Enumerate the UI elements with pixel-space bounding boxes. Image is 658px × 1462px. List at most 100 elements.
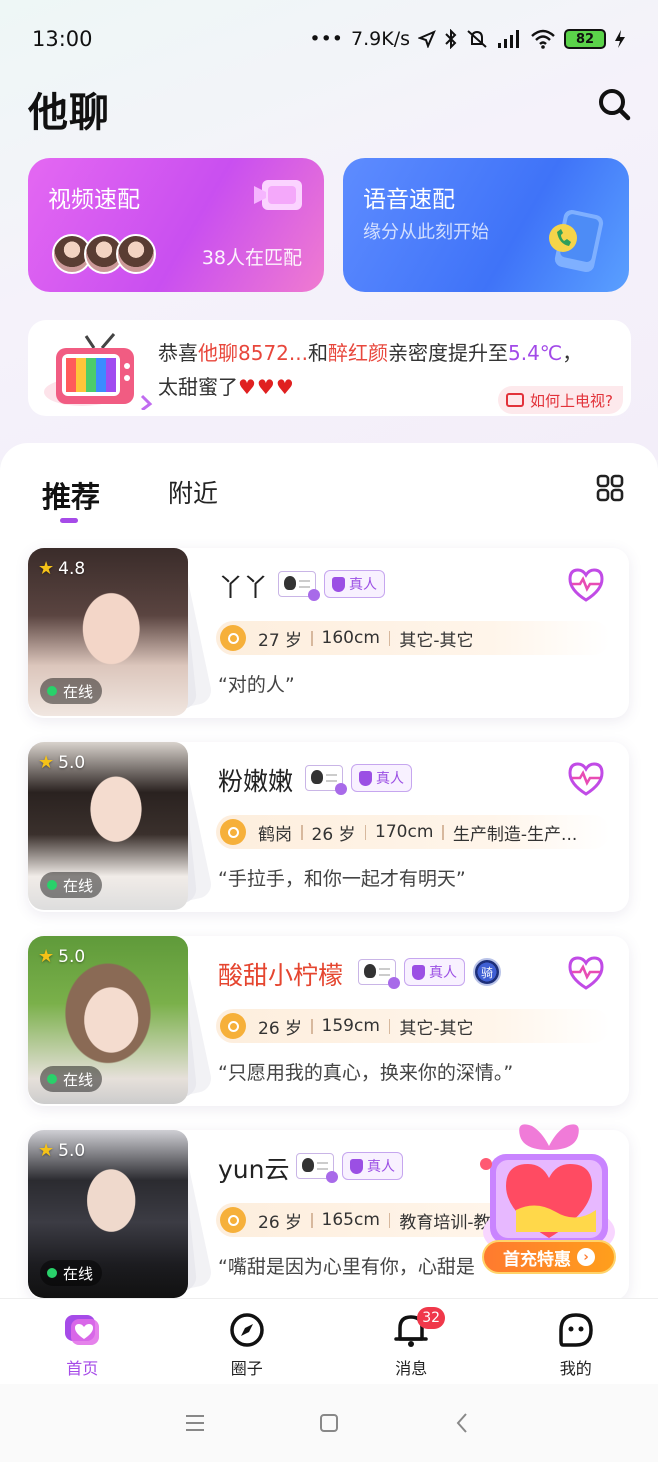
banner-user2[interactable]: 醉红颜 xyxy=(328,341,388,365)
female-icon xyxy=(220,819,246,845)
nav-home[interactable]: 首页 xyxy=(0,1299,165,1384)
id-verified-icon xyxy=(358,959,400,989)
status-bar: 13:00 ••• 7.9K/s 82 xyxy=(0,0,658,78)
rating: ★ 5.0 xyxy=(38,752,85,773)
nav-circle[interactable]: 圈子 xyxy=(165,1299,330,1384)
info-height: 170cm xyxy=(375,822,434,842)
voice-match-title: 语音速配 xyxy=(363,187,455,213)
online-label: 在线 xyxy=(63,1264,94,1283)
rating: ★ 5.0 xyxy=(38,946,85,967)
info-age: 27 岁 xyxy=(258,630,303,651)
female-icon xyxy=(220,625,246,651)
menu-icon[interactable] xyxy=(183,1411,207,1435)
user-info-pill: 鹤岗 26 岁 170cm 生产制造-生产... xyxy=(216,815,610,849)
mute-icon xyxy=(467,30,487,48)
shield-icon xyxy=(332,576,345,592)
user-card[interactable]: ★ 5.0 在线 粉嫩嫩 真人 鹤岗 26 岁 170cm 生产制造-生产... … xyxy=(0,742,658,912)
real-person-label: 真人 xyxy=(429,965,457,981)
how-to-tv-label: 如何上电视? xyxy=(530,391,613,410)
announcement-banner[interactable]: 恭喜他聊8572...和醉红颜亲密度提升至5.4℃， 太甜蜜了♥♥♥ 如何上电视… xyxy=(28,320,631,416)
female-icon xyxy=(220,1207,246,1233)
grid-view-icon[interactable] xyxy=(596,474,624,502)
video-match-card[interactable]: 视频速配 38人在匹配 xyxy=(28,158,324,292)
user-badges: 真人 xyxy=(278,570,385,601)
signal-icon xyxy=(498,30,519,48)
user-photo[interactable]: ★ 5.0 在线 xyxy=(28,1130,188,1298)
bluetooth-icon xyxy=(445,29,457,49)
rating-value: 5.0 xyxy=(58,1140,86,1161)
nav-profile[interactable]: 我的 xyxy=(494,1299,658,1384)
tab-recommend[interactable]: 推荐 xyxy=(42,474,100,516)
user-quote: “手拉手，和你一起才有明天” xyxy=(218,868,466,890)
user-name[interactable]: 粉嫩嫩 xyxy=(218,762,293,798)
compass-icon xyxy=(230,1313,264,1347)
search-icon[interactable] xyxy=(596,86,632,122)
heartbeat-icon[interactable] xyxy=(566,566,606,604)
user-card[interactable]: ★ 4.8 在线 丫丫 真人 27 岁 160cm 其它-其它 “对的人” xyxy=(0,548,658,718)
info-height: 159cm xyxy=(321,1016,380,1036)
info-age: 26 岁 xyxy=(258,1212,303,1233)
rating-value: 5.0 xyxy=(58,946,86,967)
tab-indicator xyxy=(60,518,78,523)
rating: ★ 5.0 xyxy=(38,1140,85,1161)
shield-icon xyxy=(359,770,372,786)
real-person-badge: 真人 xyxy=(324,570,385,598)
info-occupation: 其它-其它 xyxy=(399,630,474,651)
rider-badge: 骑 xyxy=(473,958,501,986)
network-speed: 7.9K/s xyxy=(351,28,410,50)
user-photo[interactable]: ★ 5.0 在线 xyxy=(28,742,188,910)
info-occupation: 生产制造-生产... xyxy=(452,824,578,845)
star-icon: ★ xyxy=(38,558,55,579)
heartbeat-icon[interactable] xyxy=(566,954,606,992)
status-indicators: ••• 7.9K/s 82 xyxy=(309,28,626,50)
user-badges: 真人 xyxy=(296,1152,403,1183)
more-dots-icon: ••• xyxy=(309,28,344,50)
nav-circle-label: 圈子 xyxy=(230,1359,263,1378)
system-nav-bar xyxy=(0,1384,658,1462)
nav-messages-label: 消息 xyxy=(395,1359,428,1378)
app-title: 他聊 xyxy=(28,90,110,136)
real-person-badge: 真人 xyxy=(342,1152,403,1180)
online-dot-icon xyxy=(47,1268,57,1278)
rating-value: 5.0 xyxy=(58,752,86,773)
user-name[interactable]: 丫丫 xyxy=(218,568,268,604)
nav-messages[interactable]: 32 消息 xyxy=(329,1299,494,1384)
online-dot-icon xyxy=(47,686,57,696)
home-square-icon[interactable] xyxy=(317,1411,341,1435)
heartbeat-icon[interactable] xyxy=(566,760,606,798)
video-match-title: 视频速配 xyxy=(48,187,140,213)
user-badges: 真人 xyxy=(305,764,412,795)
tab-nearby[interactable]: 附近 xyxy=(168,474,218,510)
first-recharge-promo-button[interactable]: 首充特惠 › xyxy=(482,1240,616,1274)
info-city: 鹤岗 xyxy=(258,824,292,845)
voice-match-card[interactable]: 语音速配 缘分从此刻开始 xyxy=(343,158,629,292)
user-photo[interactable]: ★ 5.0 在线 xyxy=(28,936,188,1104)
banner-and: 和 xyxy=(307,341,328,365)
bottom-nav: 首页 圈子 32 消息 我的 xyxy=(0,1298,658,1384)
banner-middle: 亲密度提升至 xyxy=(387,341,508,365)
banner-suffix: ， xyxy=(562,341,583,365)
how-to-tv-button[interactable]: 如何上电视? xyxy=(498,386,623,414)
tv-small-icon xyxy=(506,393,525,407)
star-icon: ★ xyxy=(38,752,55,773)
back-icon[interactable] xyxy=(451,1411,475,1435)
user-photo[interactable]: ★ 4.8 在线 xyxy=(28,548,188,716)
real-person-badge: 真人 xyxy=(404,958,465,986)
user-card[interactable]: ★ 5.0 在线 酸甜小柠檬 真人 骑 26 岁 159cm 其它-其它 “只愿用… xyxy=(0,936,658,1106)
rating-value: 4.8 xyxy=(58,558,86,579)
avatar xyxy=(116,234,156,274)
unread-badge: 32 xyxy=(417,1307,446,1329)
user-name[interactable]: 酸甜小柠檬 xyxy=(218,956,343,992)
online-label: 在线 xyxy=(63,682,94,701)
banner-line2: 太甜蜜了 xyxy=(158,375,238,399)
real-person-label: 真人 xyxy=(376,771,404,787)
user-quote: “对的人” xyxy=(218,674,295,696)
info-height: 165cm xyxy=(321,1210,380,1230)
info-height: 160cm xyxy=(321,628,380,648)
banner-user1[interactable]: 他聊8572... xyxy=(198,341,308,365)
wifi-icon xyxy=(531,29,555,49)
status-time: 13:00 xyxy=(32,27,93,51)
user-name[interactable]: yun云 xyxy=(218,1150,290,1186)
matching-count: 38人在匹配 xyxy=(201,247,302,269)
id-verified-icon xyxy=(278,571,320,601)
